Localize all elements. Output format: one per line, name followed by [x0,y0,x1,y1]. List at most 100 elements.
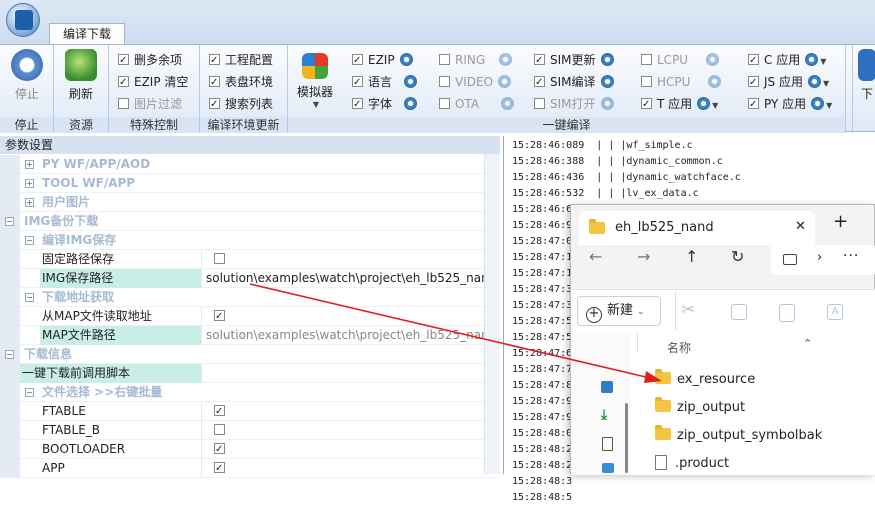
property-category[interactable]: − 编译IMG保存 [0,231,500,250]
new-button[interactable]: + 新建 ⌄ [577,296,661,326]
download-button[interactable]: 下 [857,49,875,102]
name-column-header[interactable]: 名称 [667,339,691,356]
property-category[interactable]: − 文件选择 >>右键批量 [0,383,500,402]
property-name: 固定路径保存 [42,252,115,266]
collapse-icon[interactable]: − [25,388,34,397]
value-checkbox[interactable] [214,307,225,326]
simulator-dropdown-icon[interactable]: ▼ [295,100,337,109]
cut-icon[interactable]: ✂ [681,300,695,320]
nav-scrollbar[interactable] [625,403,628,473]
close-tab-icon[interactable]: ✕ [795,219,806,234]
sort-chevron-icon[interactable]: ⌃ [803,337,812,350]
property-row[interactable]: 一键下载前调用脚本 [0,364,500,383]
collapse-icon[interactable]: − [25,293,34,302]
property-name: FTABLE [42,404,86,418]
address-bar[interactable]: › ··· [771,245,875,275]
value-checkbox[interactable] [214,402,225,421]
value-checkbox[interactable] [214,424,225,435]
rename-icon[interactable]: A [827,304,843,320]
property-row[interactable]: IMG保存路径 solution\examples\watch\project\e… [0,269,500,288]
value-checkbox[interactable] [214,253,225,264]
lcpu-option[interactable]: LCPU [641,50,720,70]
collapse-icon[interactable]: − [25,236,34,245]
paste-icon[interactable] [779,304,795,322]
value-checkbox[interactable] [214,440,225,459]
property-row[interactable]: 固定路径保存 [0,250,500,269]
search-list-checkbox[interactable]: 搜索列表 [209,94,273,115]
param-scrollbar[interactable] [484,154,500,474]
app-menu-button[interactable] [6,3,40,37]
property-category[interactable]: − 下载信息 [0,345,500,364]
simulator-label: 模拟器 [296,85,333,99]
more-icon[interactable]: ··· [843,248,859,264]
property-value-path[interactable]: solution\examples\watch\project\eh_lb525… [201,269,484,288]
collapse-icon[interactable]: − [5,350,14,359]
value-checkbox[interactable] [214,459,225,478]
list-item-file[interactable]: .product [655,453,729,475]
property-category[interactable]: + 用户图片 [0,193,500,212]
ring-option[interactable]: RING [439,50,513,70]
property-category[interactable]: − 下载地址获取 [0,288,500,307]
up-icon[interactable]: ↑ [685,247,698,266]
language-option[interactable]: 语言 [352,72,418,93]
expand-icon[interactable]: + [25,179,34,188]
image-filter-checkbox[interactable]: 图片过滤 [118,94,182,114]
downloads-icon[interactable]: ⤓ [601,407,607,423]
property-row[interactable]: FTABLE_B [0,421,500,440]
list-item-folder[interactable]: zip_output [655,397,745,419]
copy-icon[interactable] [731,304,747,320]
property-value-path[interactable]: solution\examples\watch\project\eh_lb525… [201,326,484,345]
video-option[interactable]: VIDEO [439,72,512,92]
property-value[interactable] [201,307,484,326]
property-row[interactable]: MAP文件路径 solution\examples\watch\project\e… [0,326,500,345]
back-icon[interactable]: ← [589,247,602,266]
expand-icon[interactable]: + [25,160,34,169]
refresh-button[interactable]: 刷新 [59,49,103,102]
js-app-option[interactable]: JS 应用▼ [748,72,829,93]
log-line: 15:28:47:0 [512,236,573,247]
explorer-tab[interactable]: eh_lb525_nand ✕ [579,211,815,245]
new-tab-icon[interactable]: + [833,211,848,232]
property-row[interactable]: BOOTLOADER [0,440,500,459]
property-value[interactable] [201,440,484,459]
property-category[interactable]: + PY WF/APP/AOD [0,155,500,174]
property-value[interactable] [201,364,484,383]
c-app-option[interactable]: C 应用▼ [748,50,826,71]
property-value[interactable] [201,402,484,421]
project-config-checkbox[interactable]: 工程配置 [209,50,273,71]
property-value[interactable] [201,421,484,440]
forward-icon[interactable]: → [637,247,650,266]
list-item-folder[interactable]: ex_resource [655,369,755,391]
refresh-icon[interactable]: ↻ [731,247,744,266]
param-panel-header: 参数设置 [0,136,500,154]
property-category[interactable]: − IMG备份下载 [0,212,500,231]
expand-icon[interactable]: + [25,198,34,207]
delete-extra-checkbox[interactable]: 删多余项 [118,50,182,71]
property-name: BOOTLOADER [42,442,126,456]
property-row[interactable]: FTABLE [0,402,500,421]
font-option[interactable]: 字体 [352,94,418,115]
collapse-icon[interactable]: − [5,217,14,226]
property-row[interactable]: 从MAP文件读取地址 [0,307,500,326]
pictures-icon[interactable] [602,463,614,473]
property-value[interactable] [201,459,484,478]
t-app-option[interactable]: T 应用▼ [641,94,718,115]
watchface-env-checkbox[interactable]: 表盘环境 [209,72,273,93]
py-app-option[interactable]: PY 应用▼ [748,94,832,115]
ota-option[interactable]: OTA [439,94,515,114]
list-item-folder[interactable]: zip_output_symbolbak [655,425,822,447]
property-row[interactable]: APP [0,459,500,478]
property-value[interactable] [201,250,484,269]
documents-icon[interactable] [602,437,613,451]
sim-update-option[interactable]: SIM更新 [534,50,614,71]
sim-open-option[interactable]: SIM打开 [534,94,614,114]
sim-compile-option[interactable]: SIM编译 [534,72,614,93]
tab-compile-download[interactable]: 编译下载 [49,23,125,45]
ezip-clear-checkbox[interactable]: EZIP 清空 [118,72,188,93]
desktop-icon[interactable] [601,381,613,393]
hcpu-option[interactable]: HCPU [641,72,722,92]
simulator-button[interactable]: 模拟器 ▼ [293,53,337,109]
property-category[interactable]: + TOOL WF/APP [0,174,500,193]
stop-button[interactable]: 停止 [5,49,49,102]
ezip-option[interactable]: EZIP [352,50,413,71]
